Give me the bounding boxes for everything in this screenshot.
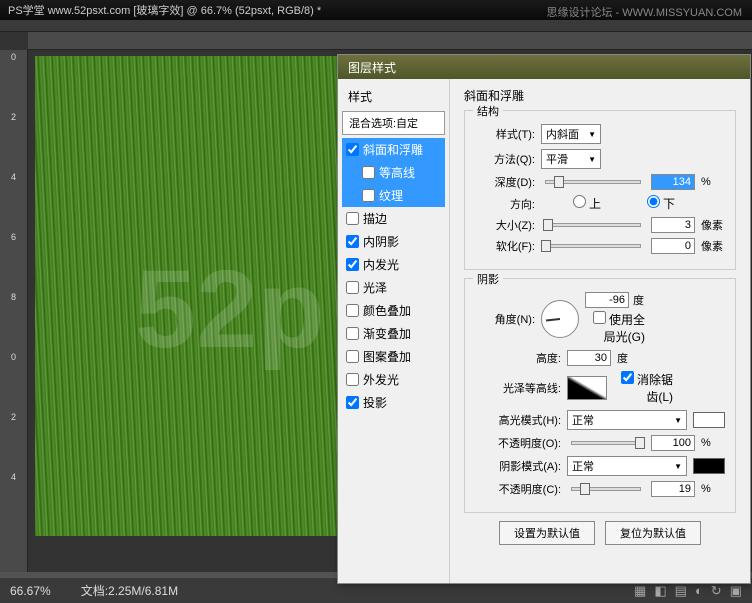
- highlight-mode-dropdown[interactable]: 正常: [567, 410, 687, 430]
- style-item-label: 外发光: [363, 371, 399, 388]
- shadow-mode-label: 阴影模式(A):: [475, 458, 561, 474]
- style-item[interactable]: 颜色叠加: [342, 299, 445, 322]
- status-icon[interactable]: ◐: [695, 583, 703, 599]
- style-checkbox[interactable]: [362, 189, 375, 202]
- style-checkbox[interactable]: [346, 235, 359, 248]
- direction-up-radio[interactable]: 上: [541, 195, 601, 212]
- ruler-vertical: 0 2 4 6 8 0 2 4: [0, 50, 28, 572]
- highlight-opacity-label: 不透明度(O):: [475, 435, 561, 451]
- style-item[interactable]: 外发光: [342, 368, 445, 391]
- style-checkbox[interactable]: [346, 396, 359, 409]
- style-label: 样式(T):: [475, 126, 535, 142]
- highlight-opacity-slider[interactable]: [571, 441, 641, 445]
- angle-input[interactable]: -96: [585, 292, 629, 308]
- options-bar: [0, 20, 752, 32]
- style-item-label: 等高线: [379, 164, 415, 181]
- gloss-contour-label: 光泽等高线:: [475, 380, 561, 396]
- style-item[interactable]: 投影: [342, 391, 445, 414]
- status-icon[interactable]: ◧: [654, 583, 666, 599]
- document-size: 文档:2.25M/6.81M: [81, 582, 178, 599]
- shadow-mode-dropdown[interactable]: 正常: [567, 456, 687, 476]
- style-item[interactable]: 光泽: [342, 276, 445, 299]
- styles-header: 样式: [342, 85, 445, 108]
- style-checkbox[interactable]: [346, 281, 359, 294]
- zoom-level[interactable]: 66.67%: [10, 584, 51, 598]
- depth-label: 深度(D):: [475, 174, 535, 190]
- style-dropdown[interactable]: 内斜面: [541, 124, 601, 144]
- section-title: 斜面和浮雕: [464, 87, 736, 104]
- style-item-label: 斜面和浮雕: [363, 141, 423, 158]
- style-item[interactable]: 纹理: [342, 184, 445, 207]
- technique-label: 方法(Q):: [475, 151, 535, 167]
- size-slider[interactable]: [545, 223, 641, 227]
- highlight-mode-label: 高光模式(H):: [475, 412, 561, 428]
- style-item[interactable]: 图案叠加: [342, 345, 445, 368]
- style-checkbox[interactable]: [346, 212, 359, 225]
- reset-default-button[interactable]: 复位为默认值: [605, 521, 701, 545]
- depth-slider[interactable]: [545, 180, 641, 184]
- shadow-opacity-input[interactable]: 19: [651, 481, 695, 497]
- altitude-label: 高度:: [475, 350, 561, 366]
- antialias-checkbox[interactable]: 消除锯齿(L): [613, 371, 673, 405]
- ruler-horizontal: [28, 32, 752, 50]
- style-item[interactable]: 描边: [342, 207, 445, 230]
- style-item[interactable]: 内阴影: [342, 230, 445, 253]
- altitude-input[interactable]: 30: [567, 350, 611, 366]
- style-item-label: 渐变叠加: [363, 325, 411, 342]
- style-checkbox[interactable]: [346, 143, 359, 156]
- soften-label: 软化(F):: [475, 238, 535, 254]
- style-item[interactable]: 斜面和浮雕: [342, 138, 445, 161]
- style-item-label: 描边: [363, 210, 387, 227]
- depth-input[interactable]: 134: [651, 174, 695, 190]
- angle-label: 角度(N):: [475, 311, 535, 327]
- style-checkbox[interactable]: [346, 304, 359, 317]
- style-item-label: 颜色叠加: [363, 302, 411, 319]
- style-item[interactable]: 渐变叠加: [342, 322, 445, 345]
- dialog-title[interactable]: 图层样式: [338, 55, 750, 79]
- soften-slider[interactable]: [545, 244, 641, 248]
- status-icon[interactable]: ↻: [711, 583, 722, 599]
- style-item-label: 光泽: [363, 279, 387, 296]
- shadow-opacity-slider[interactable]: [571, 487, 641, 491]
- style-item-label: 投影: [363, 394, 387, 411]
- highlight-opacity-input[interactable]: 100: [651, 435, 695, 451]
- direction-label: 方向:: [475, 196, 535, 212]
- size-label: 大小(Z):: [475, 217, 535, 233]
- settings-panel: 斜面和浮雕 结构 样式(T): 内斜面 方法(Q): 平滑 深度(D): 134…: [450, 79, 750, 583]
- blend-options[interactable]: 混合选项:自定: [342, 111, 445, 135]
- angle-control[interactable]: [541, 300, 579, 338]
- structure-fieldset: 结构 样式(T): 内斜面 方法(Q): 平滑 深度(D): 134 % 方向:: [464, 110, 736, 270]
- direction-down-radio[interactable]: 下: [615, 195, 675, 212]
- style-list-panel: 样式 混合选项:自定 斜面和浮雕等高线纹理描边内阴影内发光光泽颜色叠加渐变叠加图…: [338, 79, 450, 583]
- style-checkbox[interactable]: [346, 350, 359, 363]
- shadow-opacity-label: 不透明度(C):: [475, 481, 561, 497]
- style-checkbox[interactable]: [346, 258, 359, 271]
- status-icon[interactable]: ▦: [634, 583, 646, 599]
- style-checkbox[interactable]: [346, 373, 359, 386]
- make-default-button[interactable]: 设置为默认值: [499, 521, 595, 545]
- style-item-label: 内发光: [363, 256, 399, 273]
- status-icon[interactable]: ▤: [675, 583, 687, 599]
- style-item-label: 图案叠加: [363, 348, 411, 365]
- style-checkbox[interactable]: [346, 327, 359, 340]
- size-input[interactable]: 3: [651, 217, 695, 233]
- watermark: 思缘设计论坛 - WWW.MISSYUAN.COM: [546, 4, 742, 20]
- glass-text-layer: 52p: [135, 246, 325, 373]
- shading-fieldset: 阴影 角度(N): -96 度 使用全局光(G) 高度: 30 度: [464, 278, 736, 513]
- style-item[interactable]: 等高线: [342, 161, 445, 184]
- status-icon[interactable]: ▣: [730, 583, 742, 599]
- technique-dropdown[interactable]: 平滑: [541, 149, 601, 169]
- gloss-contour-picker[interactable]: [567, 376, 607, 400]
- style-item[interactable]: 内发光: [342, 253, 445, 276]
- shadow-color-swatch[interactable]: [693, 458, 725, 474]
- highlight-color-swatch[interactable]: [693, 412, 725, 428]
- global-light-checkbox[interactable]: 使用全局光(G): [585, 311, 645, 345]
- style-item-label: 内阴影: [363, 233, 399, 250]
- style-checkbox[interactable]: [362, 166, 375, 179]
- layer-style-dialog: 图层样式 样式 混合选项:自定 斜面和浮雕等高线纹理描边内阴影内发光光泽颜色叠加…: [337, 54, 751, 584]
- soften-input[interactable]: 0: [651, 238, 695, 254]
- style-item-label: 纹理: [379, 187, 403, 204]
